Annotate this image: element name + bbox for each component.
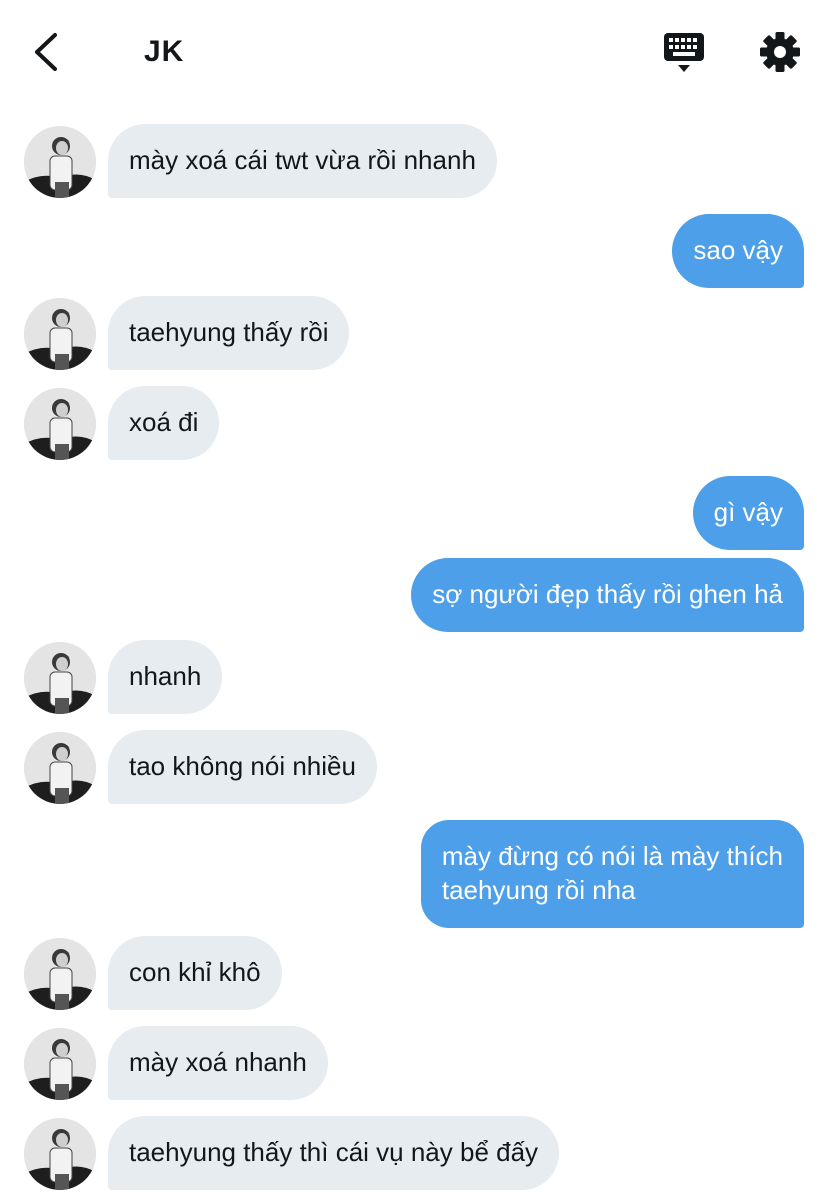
keyboard-icon bbox=[664, 33, 704, 72]
avatar[interactable] bbox=[24, 388, 96, 460]
profile-photo bbox=[24, 1028, 96, 1100]
gear-icon bbox=[760, 32, 800, 72]
avatar[interactable] bbox=[24, 1028, 96, 1100]
avatar[interactable] bbox=[24, 126, 96, 198]
avatar[interactable] bbox=[24, 732, 96, 804]
profile-photo bbox=[24, 388, 96, 460]
profile-photo bbox=[24, 298, 96, 370]
keyboard-button[interactable] bbox=[660, 28, 708, 76]
outgoing-message-bubble[interactable]: mày đừng có nói là mày thích taehyung rồ… bbox=[420, 820, 804, 928]
avatar[interactable] bbox=[24, 642, 96, 714]
incoming-message-bubble[interactable]: mày xoá cái twt vừa rồi nhanh bbox=[108, 124, 497, 198]
profile-photo bbox=[24, 126, 96, 198]
outgoing-message-bubble[interactable]: gì vậy bbox=[692, 476, 804, 550]
settings-button[interactable] bbox=[756, 28, 804, 76]
incoming-message-bubble[interactable]: taehyung thấy thì cái vụ này bể đấy bbox=[108, 1116, 560, 1190]
profile-photo bbox=[24, 1118, 96, 1190]
profile-photo bbox=[24, 642, 96, 714]
incoming-message-bubble[interactable]: taehyung thấy rồi bbox=[108, 296, 350, 370]
avatar[interactable] bbox=[24, 298, 96, 370]
avatar[interactable] bbox=[24, 938, 96, 1010]
chevron-left-icon bbox=[35, 33, 57, 71]
profile-photo bbox=[24, 732, 96, 804]
incoming-message-bubble[interactable]: tao không nói nhiều bbox=[108, 730, 377, 804]
incoming-message-bubble[interactable]: xoá đi bbox=[108, 386, 220, 460]
conversation-title: JK bbox=[144, 35, 185, 68]
back-button[interactable] bbox=[22, 28, 70, 76]
chat-header: JK bbox=[0, 0, 828, 104]
outgoing-message-bubble[interactable]: sợ người đẹp thấy rồi ghen hả bbox=[411, 558, 804, 632]
outgoing-message-bubble[interactable]: sao vậy bbox=[672, 214, 804, 288]
profile-photo bbox=[24, 938, 96, 1010]
incoming-message-bubble[interactable]: nhanh bbox=[108, 640, 223, 714]
avatar[interactable] bbox=[24, 1118, 96, 1190]
incoming-message-bubble[interactable]: mày xoá nhanh bbox=[108, 1026, 328, 1100]
incoming-message-bubble[interactable]: con khỉ khô bbox=[108, 936, 282, 1010]
